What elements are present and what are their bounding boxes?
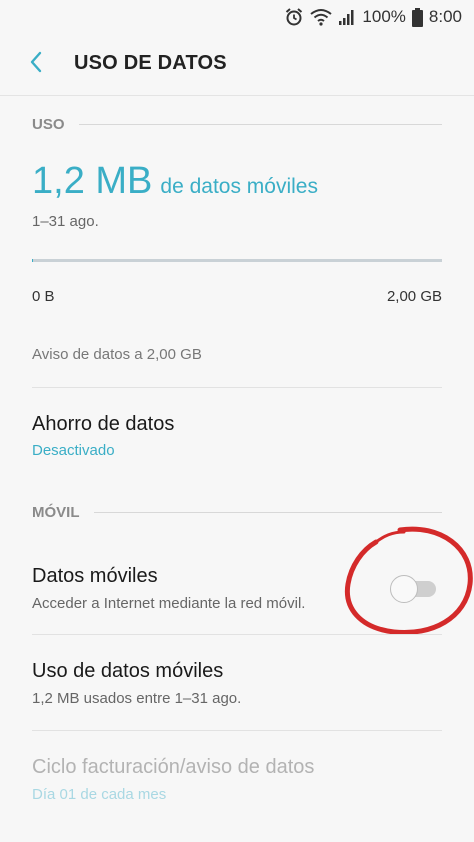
data-saver-item[interactable]: Ahorro de datos Desactivado (0, 388, 474, 488)
billing-cycle-subtitle: Día 01 de cada mes (32, 786, 167, 803)
billing-cycle-item: Ciclo facturación/aviso de datos Día 01 … (0, 731, 474, 826)
toggle-thumb (390, 575, 418, 603)
back-button[interactable] (18, 48, 54, 80)
alarm-icon (284, 7, 304, 27)
section-header-label: USO (32, 115, 65, 133)
usage-range-max: 2,00 GB (386, 288, 442, 305)
mobile-usage-title: Uso de datos móviles (32, 660, 224, 682)
data-warning-text: Aviso de datos a 2,00 GB (32, 346, 202, 363)
mobile-data-subtitle: Acceder a Internet mediante la red móvil… (32, 595, 306, 612)
usage-amount: 1,2 MB (32, 160, 153, 202)
chevron-left-icon (28, 50, 44, 79)
data-saver-title: Ahorro de datos (32, 413, 175, 435)
mobile-data-toggle[interactable] (390, 575, 438, 603)
status-bar: 100% 8:00 (0, 0, 474, 34)
app-bar: USO DE DATOS (0, 34, 474, 94)
clock: 8:00 (428, 7, 462, 26)
battery-percent: 100% (362, 7, 406, 26)
section-header-line (93, 511, 442, 513)
page-title: USO DE DATOS (74, 52, 227, 74)
section-header-usage: USO (32, 114, 442, 134)
battery-icon (411, 7, 423, 27)
section-header-mobile: MÓVIL (32, 502, 442, 522)
usage-summary: 1,2 MB de datos móviles (32, 160, 318, 203)
usage-range-min: 0 B (32, 288, 55, 305)
usage-amount-suffix: de datos móviles (160, 175, 318, 198)
billing-cycle-title: Ciclo facturación/aviso de datos (32, 756, 315, 778)
section-header-line (78, 123, 442, 125)
wifi-icon (310, 8, 333, 26)
header-divider (0, 95, 474, 96)
usage-progress-bar (32, 259, 442, 262)
data-saver-status: Desactivado (32, 442, 115, 459)
usage-period: 1–31 ago. (32, 213, 99, 230)
section-header-label: MÓVIL (32, 503, 80, 521)
mobile-usage-item[interactable]: Uso de datos móviles 1,2 MB usados entre… (0, 635, 474, 730)
mobile-usage-subtitle: 1,2 MB usados entre 1–31 ago. (32, 690, 242, 707)
signal-icon (338, 8, 356, 26)
mobile-data-title: Datos móviles (32, 565, 158, 587)
